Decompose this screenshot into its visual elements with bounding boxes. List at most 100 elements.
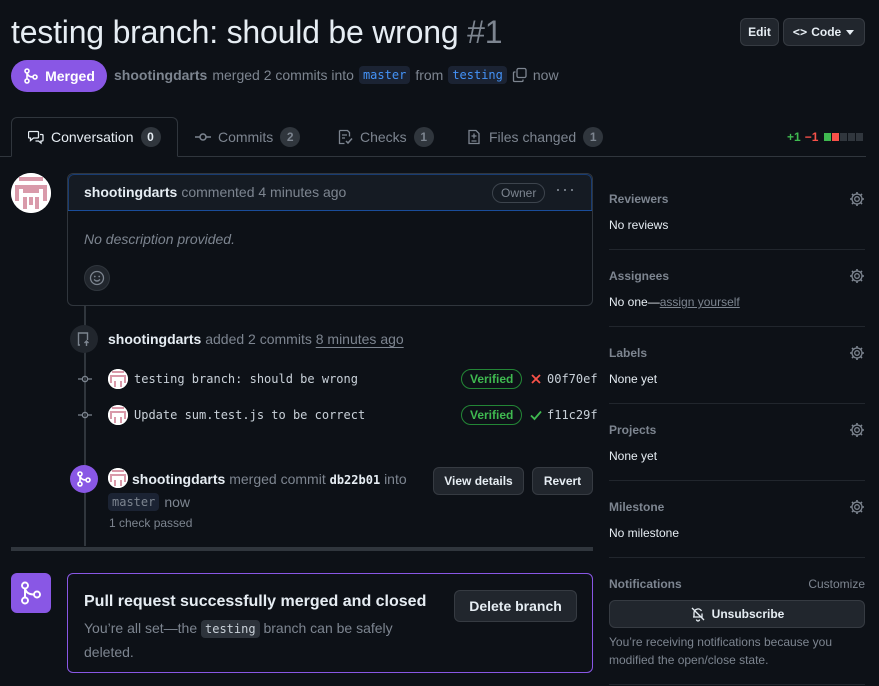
comment-author-link[interactable]: shootingdarts — [84, 184, 177, 200]
revert-button[interactable]: Revert — [532, 467, 593, 495]
x-icon[interactable] — [529, 372, 543, 386]
avatar[interactable] — [108, 405, 128, 425]
tab-conversation-label: Conversation — [51, 129, 134, 145]
unsubscribe-button[interactable]: Unsubscribe — [609, 600, 865, 628]
merged-box-title: Pull request successfully merged and clo… — [84, 593, 427, 610]
copy-icon[interactable] — [512, 67, 528, 83]
head-branch-link[interactable]: testing — [448, 66, 507, 84]
projects-heading: Projects — [609, 423, 657, 437]
commits-event-time[interactable]: 8 minutes ago — [316, 331, 404, 347]
tab-files-changed[interactable]: Files changed 1 — [466, 117, 604, 157]
commits-added-event: shootingdarts added 2 commits 8 minutes … — [108, 331, 404, 347]
avatar[interactable] — [108, 468, 128, 488]
pr-title: testing branch: should be wrong #1 — [11, 14, 503, 51]
merge-commit-sha-link[interactable]: db22b01 — [330, 473, 381, 487]
reviewers-heading: Reviewers — [609, 192, 669, 206]
comment-timestamp[interactable]: commented 4 minutes ago — [181, 184, 346, 200]
merge-event-time: now — [164, 494, 191, 510]
view-details-button[interactable]: View details — [433, 467, 524, 495]
sidebar-assignees: Assignees No one—assign yourself — [609, 260, 865, 327]
labels-heading: Labels — [609, 346, 648, 360]
tab-commits[interactable]: Commits 2 — [195, 117, 301, 157]
tab-conversation[interactable]: Conversation 0 — [11, 117, 178, 157]
tab-files-changed-label: Files changed — [489, 129, 577, 145]
merge-event-line2: master now — [108, 493, 190, 511]
gear-icon[interactable] — [849, 268, 865, 284]
merge-event-into: into — [384, 471, 407, 487]
owner-badge: Owner — [492, 183, 546, 203]
edit-button[interactable]: Edit — [740, 18, 779, 46]
commit-message-link[interactable]: testing branch: should be wrong — [134, 372, 358, 386]
merged-status-badge: Merged — [11, 60, 107, 92]
repo-push-icon — [77, 332, 89, 346]
milestone-value: No milestone — [609, 526, 680, 540]
triangle-down-icon — [846, 30, 855, 35]
git-merge-icon — [24, 68, 38, 84]
diffstat-deletions: −1 — [804, 130, 819, 144]
sidebar-projects: Projects None yet — [609, 414, 865, 481]
tab-checks-count: 1 — [413, 127, 434, 147]
diffstat-blocks — [824, 133, 864, 141]
pr-meta: shootingdarts merged 2 commits into mast… — [114, 66, 559, 84]
commit-message-link[interactable]: Update sum.test.js to be correct — [134, 408, 365, 422]
commits-event-author[interactable]: shootingdarts — [108, 331, 201, 347]
verified-badge[interactable]: Verified — [461, 369, 523, 389]
repo-push-badge — [70, 325, 98, 353]
tab-files-changed-count: 1 — [583, 127, 604, 147]
git-commit-icon — [78, 411, 92, 419]
diffstat[interactable]: +1 −1 — [787, 130, 864, 144]
pr-tabs: Conversation 0 Commits 2 Checks 1 Files … — [0, 117, 866, 157]
merge-event: shootingdarts merged commit db22b01 into — [132, 471, 407, 487]
diffstat-block-added — [824, 133, 832, 141]
verified-badge[interactable]: Verified — [461, 405, 523, 425]
diffstat-block-neutral — [840, 133, 848, 141]
git-merge-icon — [77, 471, 91, 487]
bell-slash-icon — [691, 607, 705, 622]
commit-sha-link[interactable]: f11c29f — [547, 408, 598, 422]
code-button[interactable]: <> Code — [783, 18, 865, 46]
commit-row: Update sum.test.js to be correct Verifie… — [78, 404, 598, 426]
gear-icon[interactable] — [849, 345, 865, 361]
comment-body: No description provided. — [84, 231, 235, 247]
pr-author-link[interactable]: shootingdarts — [114, 67, 207, 83]
assign-yourself-link[interactable]: assign yourself — [660, 295, 740, 309]
pr-title-text: testing branch: should be wrong — [11, 14, 459, 50]
gear-icon[interactable] — [849, 499, 865, 515]
gear-icon[interactable] — [849, 191, 865, 207]
add-reaction-button[interactable] — [84, 265, 110, 291]
checklist-icon — [338, 129, 353, 145]
check-icon[interactable] — [529, 408, 543, 422]
checks-passed-text[interactable]: 1 check passed — [109, 516, 192, 530]
identicon-avatar-image — [108, 468, 128, 488]
avatar[interactable] — [11, 173, 51, 213]
git-merge-icon — [21, 581, 41, 605]
sidebar-labels: Labels None yet — [609, 337, 865, 404]
gear-icon[interactable] — [849, 422, 865, 438]
tab-commits-count: 2 — [280, 127, 301, 147]
merged-box-branch: testing — [201, 620, 260, 638]
merge-event-author[interactable]: shootingdarts — [132, 471, 225, 487]
merge-target-branch-link[interactable]: master — [108, 493, 160, 511]
tab-checks[interactable]: Checks 1 — [337, 117, 434, 157]
customize-link[interactable]: Customize — [808, 577, 865, 591]
reviewers-value: No reviews — [609, 218, 669, 232]
git-commit-icon — [195, 133, 211, 141]
file-diff-icon — [468, 129, 480, 145]
pr-action-text: merged 2 commits into — [212, 67, 354, 83]
delete-branch-button[interactable]: Delete branch — [454, 590, 577, 622]
avatar[interactable] — [108, 369, 128, 389]
commit-sha-link[interactable]: 00f70ef — [547, 372, 598, 386]
merge-event-badge — [70, 465, 98, 493]
base-branch-link[interactable]: master — [358, 66, 411, 84]
notifications-heading: Notifications — [609, 577, 682, 591]
smiley-icon — [89, 270, 105, 286]
code-button-label: Code — [811, 25, 842, 39]
tab-commits-label: Commits — [218, 129, 274, 145]
projects-value: None yet — [609, 449, 658, 463]
merged-badge-label: Merged — [45, 68, 95, 84]
tab-conversation-count: 0 — [140, 127, 161, 147]
kebab-horizontal-icon[interactable]: ··· — [555, 179, 576, 200]
sidebar-reviewers: Reviewers No reviews — [609, 183, 865, 250]
commits-event-action: added 2 commits — [205, 331, 312, 347]
merged-status-box: Pull request successfully merged and clo… — [67, 573, 593, 673]
